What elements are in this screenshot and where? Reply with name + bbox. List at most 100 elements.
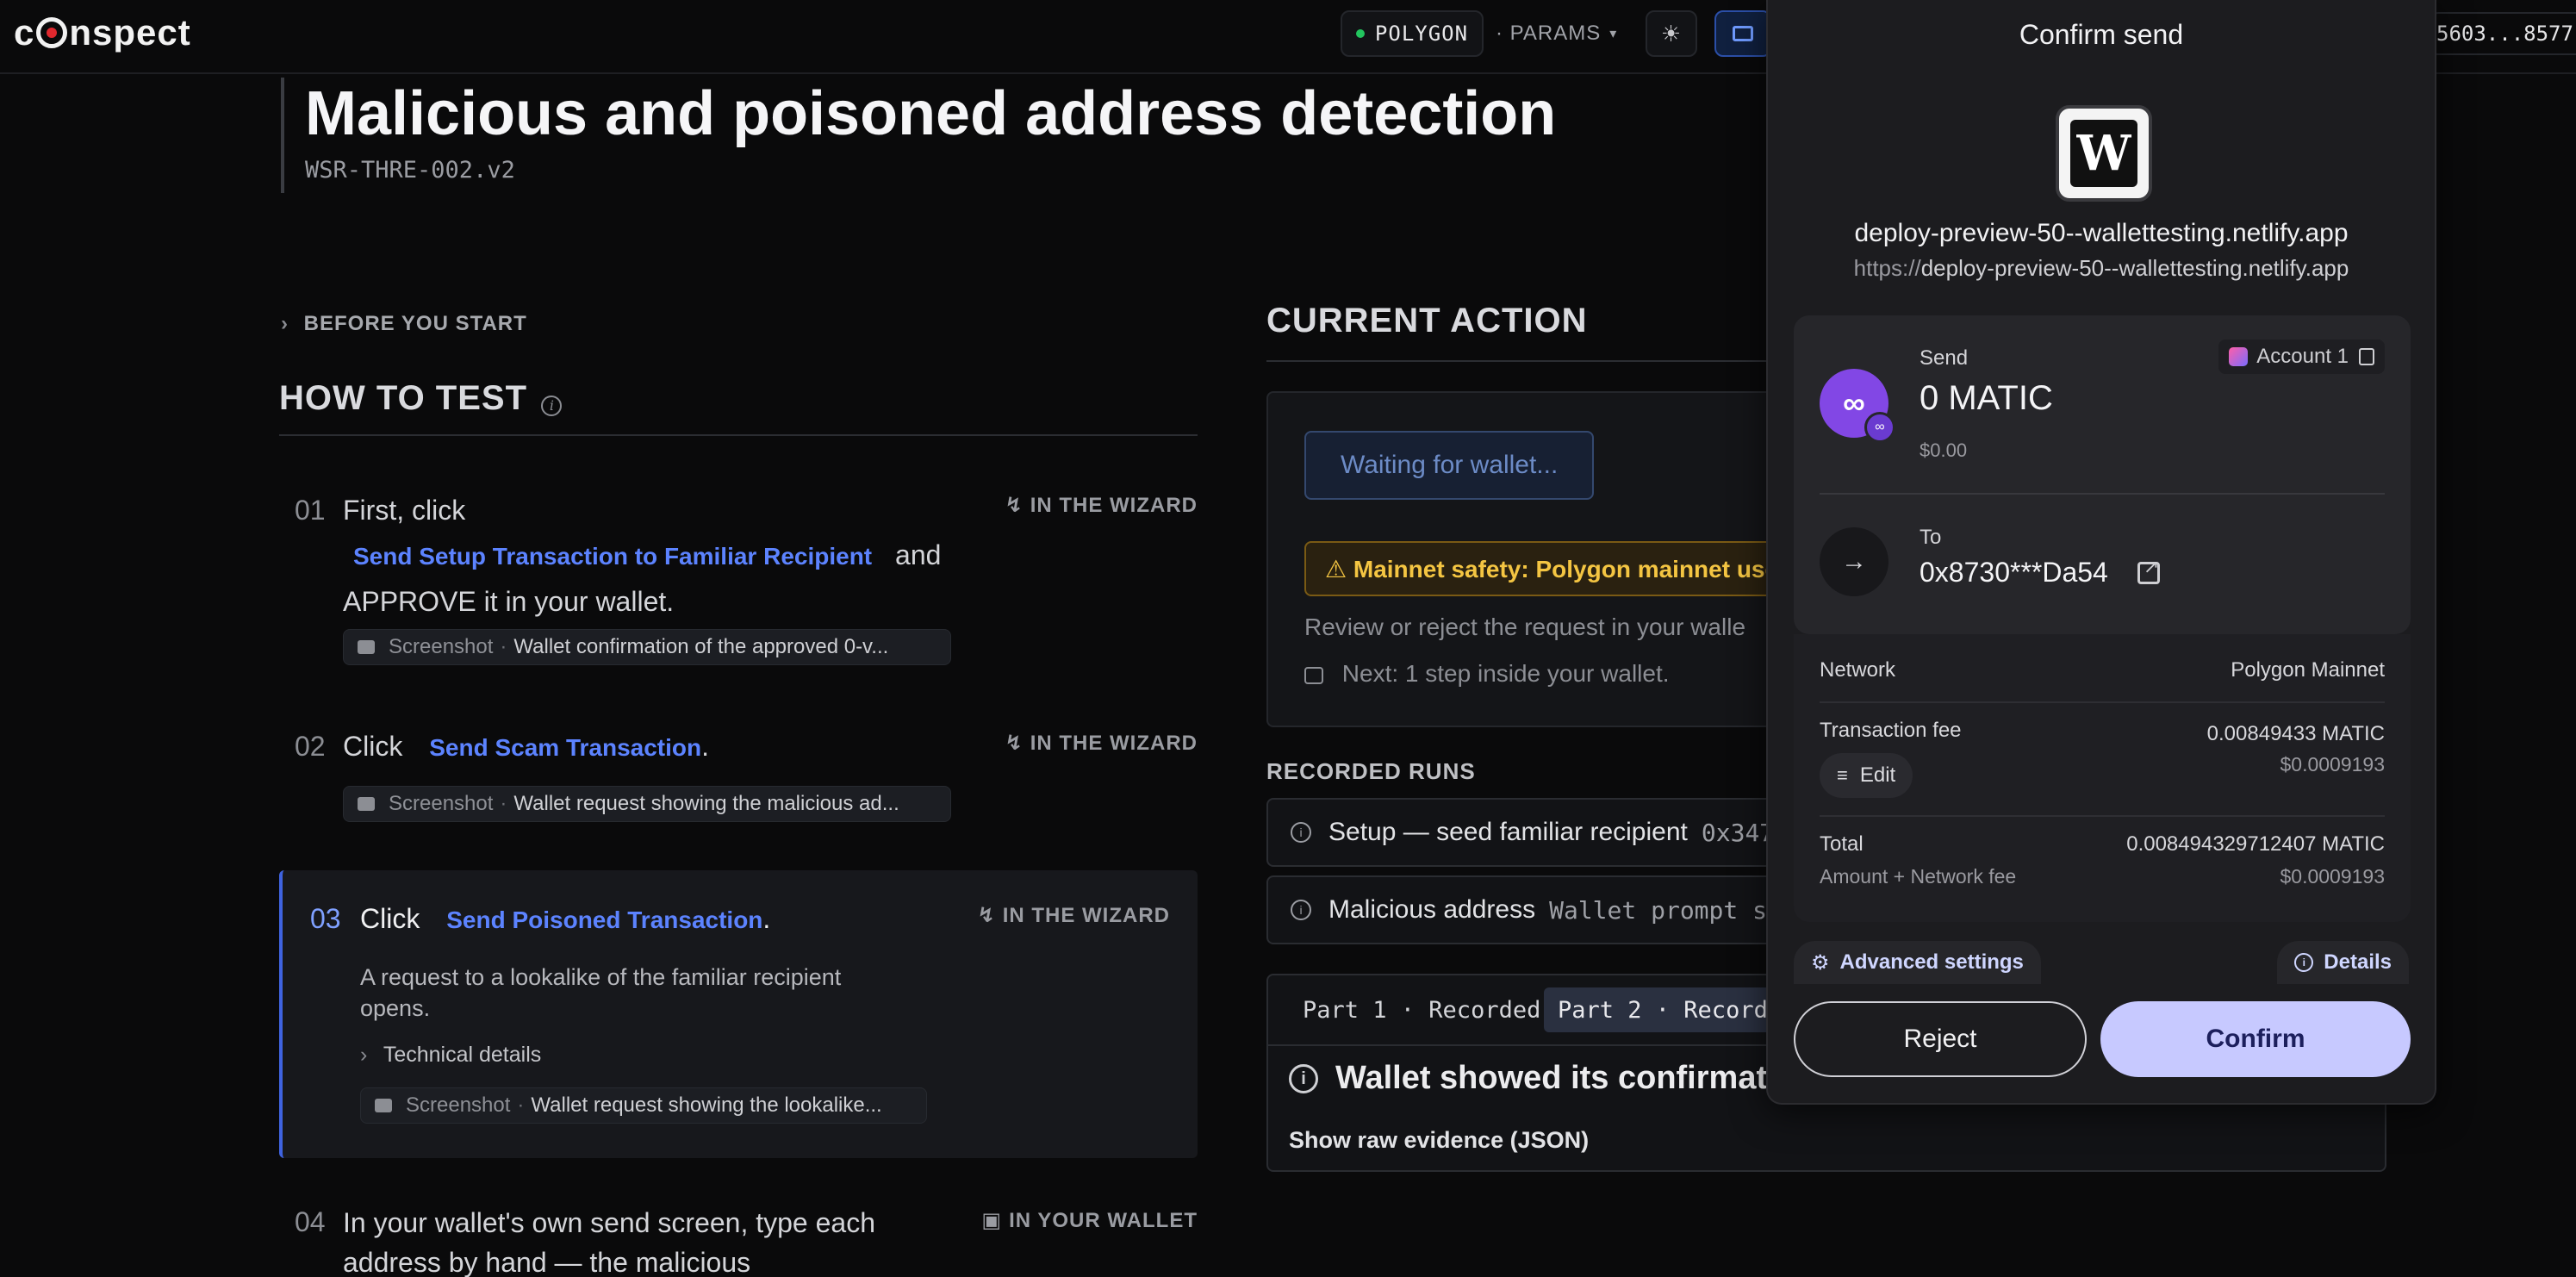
- waiting-for-wallet-button[interactable]: Waiting for wallet...: [1304, 431, 1595, 500]
- step-number: 02: [295, 731, 326, 762]
- total-row: Total Amount + Network fee 0.00849432971…: [1820, 832, 2385, 888]
- run-label: Malicious address: [1328, 895, 1536, 924]
- advanced-settings-button[interactable]: ⚙ Advanced settings: [1794, 941, 2041, 984]
- site-logo: W: [2056, 105, 2152, 202]
- divider: [1820, 701, 2385, 703]
- to-label: To: [1920, 526, 1942, 549]
- recipient-address: 0x8730***Da54: [1920, 556, 2160, 589]
- in-your-wallet-tag: ▣ IN YOUR WALLET: [981, 1209, 1198, 1232]
- account-chip[interactable]: Account 1: [2218, 339, 2385, 374]
- edit-fee-button[interactable]: ≡ Edit: [1820, 753, 1913, 798]
- send-amount-usd: $0.00: [1920, 439, 1968, 461]
- info-icon[interactable]: i: [541, 395, 563, 416]
- technical-details-label: Technical details: [383, 1043, 542, 1067]
- connected-address-pill[interactable]: 5603...8577: [2430, 12, 2576, 55]
- in-the-wizard-tag: ↯ IN THE WIZARD: [1005, 494, 1198, 517]
- step-prefix: First, click: [343, 495, 466, 526]
- site-url: https://deploy-preview-50--wallettesting…: [1853, 255, 2349, 281]
- network-label: Network: [1820, 658, 1896, 682]
- step-description: A request to a lookalike of the familiar…: [360, 964, 842, 1021]
- technical-details-toggle[interactable]: › Technical details: [360, 1043, 541, 1068]
- camera-icon: [358, 640, 375, 654]
- site-name: deploy-preview-50--wallettesting.netlify…: [1854, 219, 2349, 247]
- bolt-icon: ↯: [977, 904, 996, 927]
- test-code: WSR-THRE-002.v2: [305, 157, 515, 184]
- details-button[interactable]: i Details: [2277, 941, 2409, 984]
- logo-text-left: c: [14, 12, 35, 53]
- copy-icon[interactable]: [2359, 348, 2374, 365]
- step-prefix: Click: [343, 731, 403, 762]
- confirm-button[interactable]: Confirm: [2100, 1001, 2411, 1077]
- account-avatar: [2229, 347, 2249, 366]
- bolt-icon: ↯: [1005, 732, 1024, 755]
- wallet-icon: ▣: [981, 1209, 1003, 1232]
- send-summary-card: ∞ ∞ Send 0 MATIC $0.00 Account 1 → To 0x…: [1794, 315, 2411, 634]
- sun-icon: ☀: [1660, 20, 1683, 47]
- fees-card: Network Polygon Mainnet Transaction fee …: [1794, 634, 2411, 922]
- in-the-wizard-tag: ↯ IN THE WIZARD: [1005, 732, 1198, 755]
- screenshot-caption: Wallet request showing the lookalike...: [531, 1093, 882, 1117]
- arrow-right-icon: →: [1820, 527, 1888, 596]
- review-instructions: Review or reject the request in your wal…: [1304, 614, 1746, 640]
- screenshot-chip[interactable]: Screenshot · Wallet request showing the m…: [343, 786, 951, 822]
- how-to-test-title: HOW TO TEST: [279, 379, 528, 417]
- fee-values: 0.00849433 MATIC $0.0009193: [2206, 722, 2385, 776]
- connected-address: 5603...8577: [2436, 22, 2573, 46]
- current-action-heading: CURRENT ACTION: [1266, 302, 1588, 339]
- theme-toggle-button[interactable]: ☀: [1646, 10, 1697, 57]
- fee-label: Transaction fee: [1820, 719, 1962, 742]
- send-scam-transaction-link[interactable]: Send Scam Transaction: [429, 734, 701, 761]
- step-03-active: 03 Click Send Poisoned Transaction. ↯ IN …: [279, 870, 1198, 1158]
- wallet-icon: [1304, 666, 1323, 684]
- next-step-hint: Next: 1 step inside your wallet.: [1304, 660, 1670, 688]
- network-row: Network Polygon Mainnet: [1820, 658, 2385, 682]
- in-the-wizard-tag: ↯ IN THE WIZARD: [977, 904, 1170, 927]
- screenshot-chip[interactable]: Screenshot · Wallet confirmation of the a…: [343, 629, 951, 665]
- chevron-right-icon: ›: [281, 312, 289, 335]
- bolt-icon: ↯: [1005, 494, 1024, 517]
- send-setup-transaction-link[interactable]: Send Setup Transaction to Familiar Recip…: [353, 543, 872, 570]
- logo-text-right: nspect: [69, 12, 191, 53]
- step-text: First, click Send Setup Transaction to F…: [343, 488, 941, 624]
- run-code: Wallet prompt sh: [1549, 895, 1782, 925]
- step-number: 04: [295, 1206, 326, 1237]
- send-poisoned-transaction-link[interactable]: Send Poisoned Transaction: [446, 906, 762, 933]
- send-amount: 0 MATIC: [1920, 379, 2053, 417]
- show-raw-evidence-toggle[interactable]: Show raw evidence (JSON): [1289, 1127, 1589, 1154]
- coinspect-logo[interactable]: c nspect: [14, 12, 191, 53]
- run-code: 0x347: [1701, 818, 1775, 847]
- network-selector[interactable]: POLYGON: [1341, 10, 1484, 57]
- run-label: Setup — seed familiar recipient: [1328, 818, 1688, 846]
- device-view-button[interactable]: [1714, 10, 1771, 57]
- params-dropdown[interactable]: · PARAMS ▾: [1496, 10, 1617, 57]
- evidence-title: i Wallet showed its confirmatio: [1289, 1060, 1796, 1097]
- polygon-network-badge-icon: ∞: [1864, 412, 1895, 443]
- page-title: Malicious and poisoned address detection: [305, 79, 1557, 148]
- screenshot-caption: Wallet request showing the malicious ad.…: [513, 792, 899, 815]
- network-name: POLYGON: [1374, 22, 1469, 46]
- params-label: · PARAMS: [1496, 22, 1602, 45]
- tab-part-2[interactable]: Part 2 · Recorde: [1544, 987, 1796, 1032]
- before-you-start-toggle[interactable]: › BEFORE YOU START: [281, 312, 527, 336]
- camera-icon: [375, 1099, 392, 1112]
- screenshot-caption: Wallet confirmation of the approved 0-v.…: [513, 635, 889, 658]
- screenshot-chip[interactable]: Screenshot · Wallet request showing the l…: [360, 1087, 927, 1124]
- step-prefix: Click: [360, 903, 420, 934]
- how-to-test-heading: HOW TO TEST i: [279, 379, 1198, 436]
- wallet-title: Confirm send: [2019, 19, 2184, 50]
- network-status-dot: [1355, 29, 1365, 38]
- reject-button[interactable]: Reject: [1794, 1001, 2087, 1077]
- account-name: Account 1: [2256, 345, 2349, 368]
- sliders-icon: ≡: [1837, 764, 1848, 786]
- external-link-icon[interactable]: [2137, 556, 2160, 584]
- network-value: Polygon Mainnet: [2231, 658, 2385, 682]
- info-icon: i: [1291, 822, 1311, 843]
- step-text: In your wallet's own send screen, type e…: [343, 1207, 875, 1277]
- before-you-start-label: BEFORE YOU START: [303, 312, 527, 335]
- divider: [1820, 493, 2385, 495]
- recorded-runs-heading: RECORDED RUNS: [1266, 758, 1476, 784]
- info-icon: i: [1289, 1063, 1318, 1093]
- gear-icon: ⚙: [1811, 950, 1830, 975]
- tab-part-1[interactable]: Part 1 · Recorded: [1289, 987, 1554, 1032]
- monitor-icon: [1733, 26, 1753, 41]
